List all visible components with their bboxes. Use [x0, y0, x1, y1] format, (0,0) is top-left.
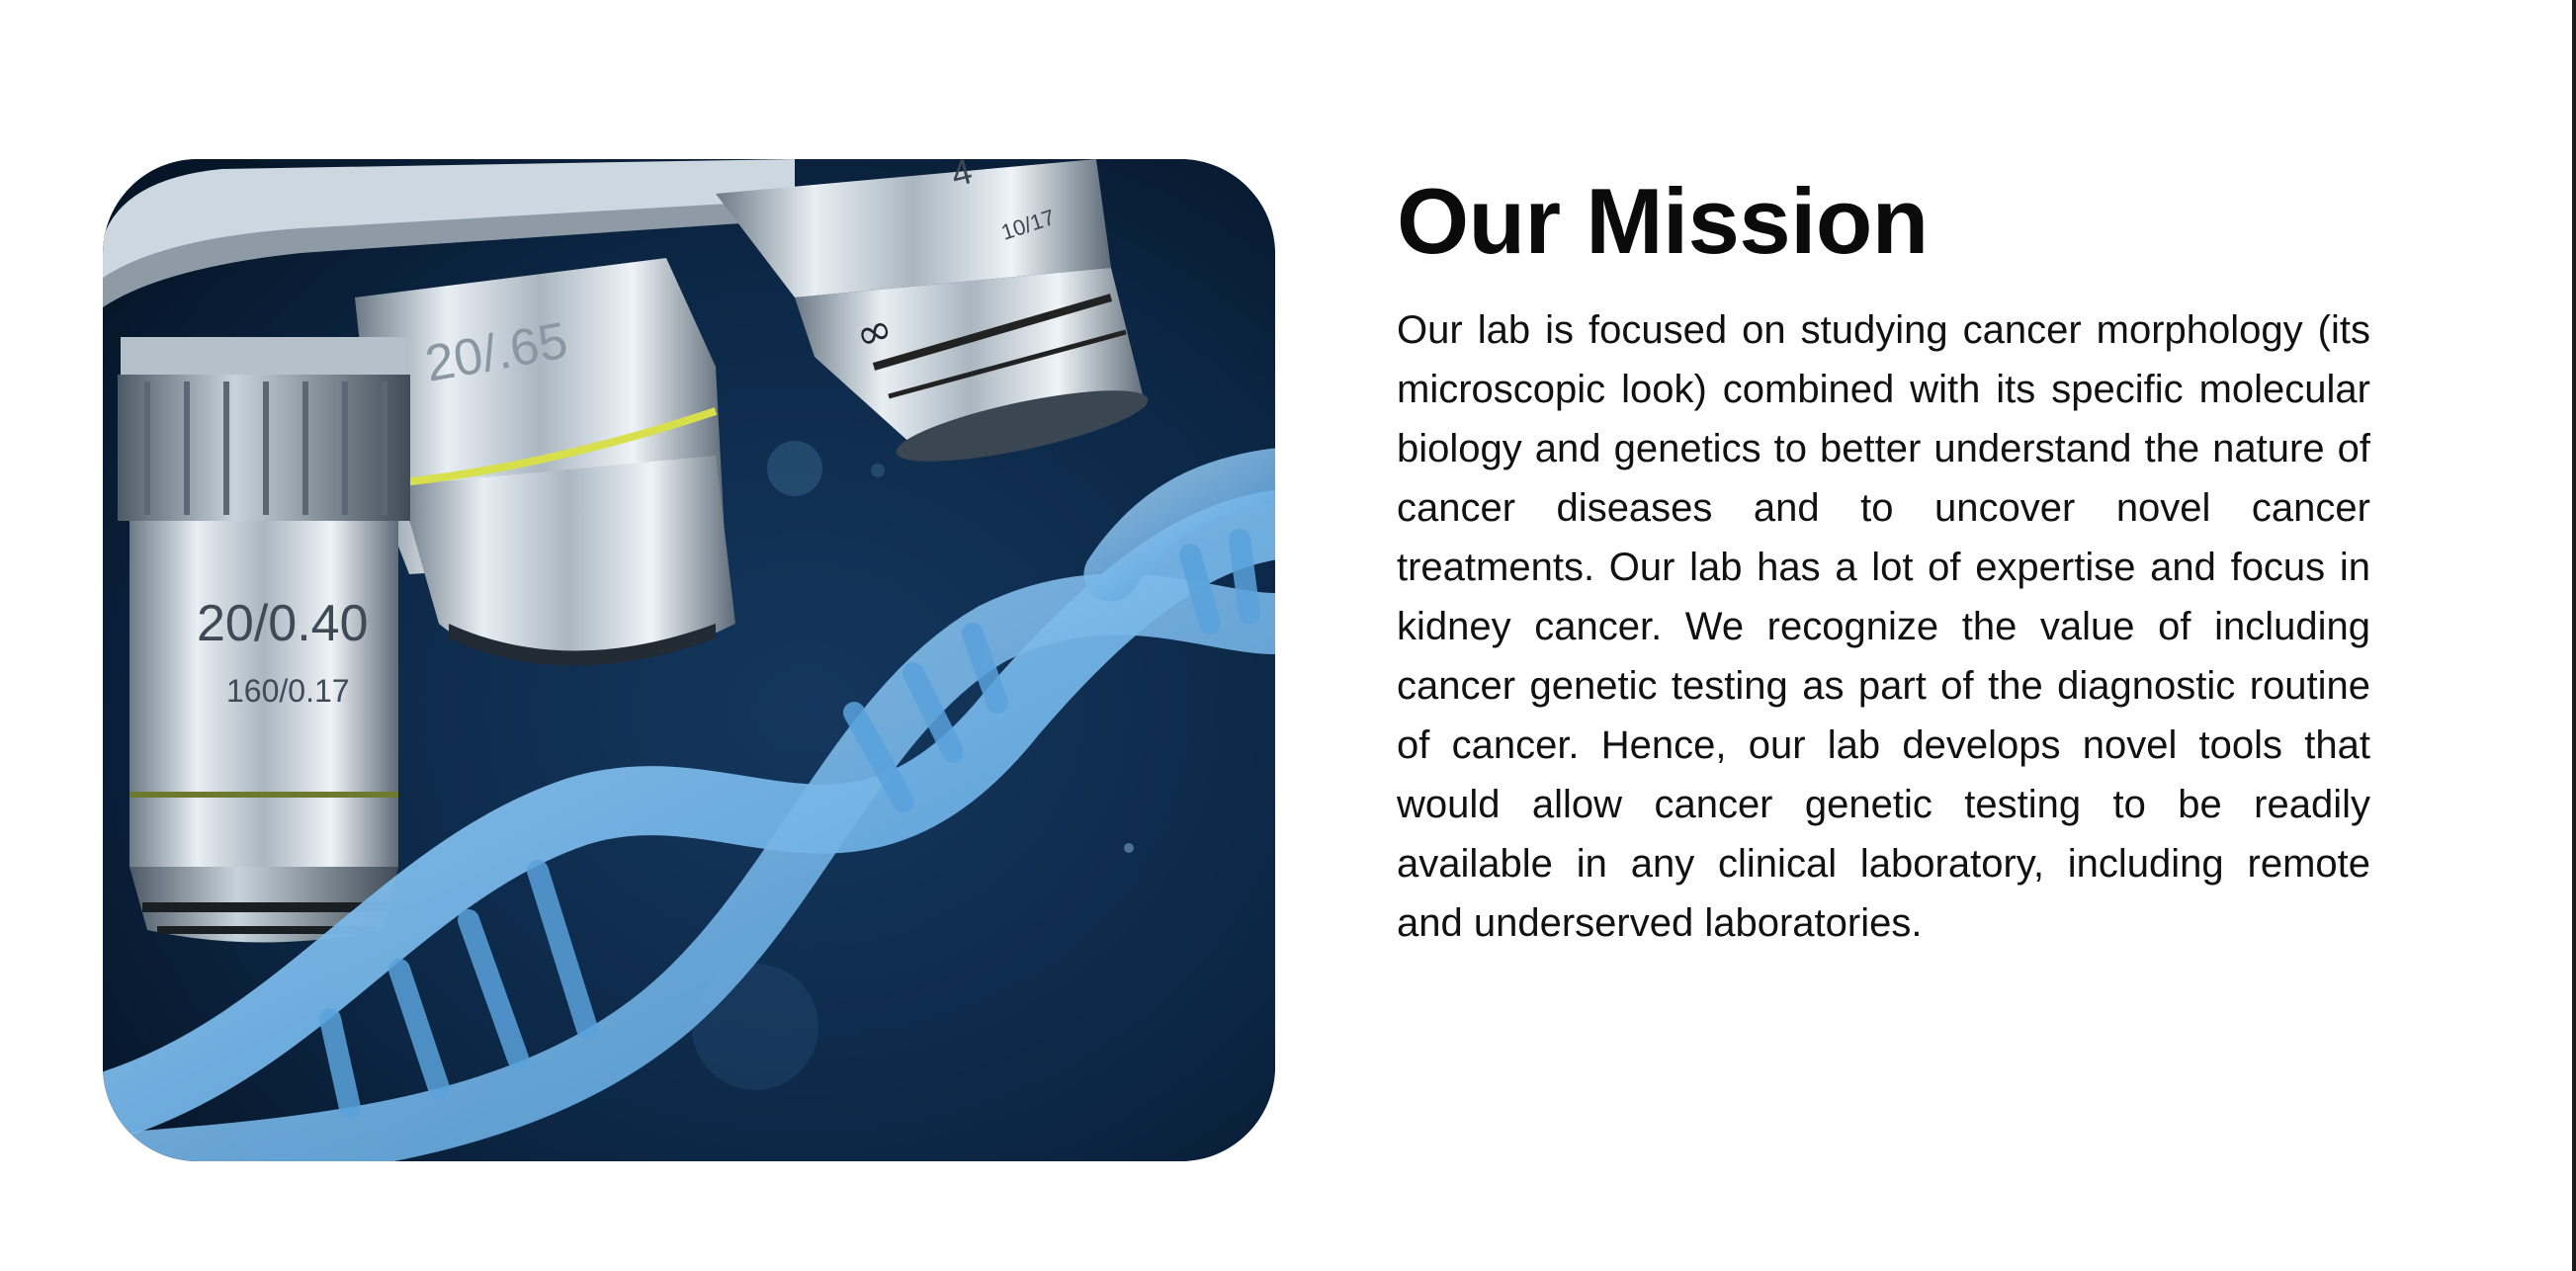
mission-paragraph: Our lab is focused on studying cancer mo… [1397, 308, 2370, 945]
window-edge [2572, 0, 2576, 1271]
objective-main: 20/0.40 160/0.17 [118, 337, 410, 943]
microscope-dna-image: 4 10/17 ∞ 20/.65 20/0.40 160/0.17 [103, 159, 1275, 1161]
mission-text-block: Our Mission Our lab is focused on studyi… [1397, 166, 2370, 953]
page-title: Our Mission [1397, 169, 1929, 273]
mission-section: 4 10/17 ∞ 20/.65 20/0.40 160/0.17 Our Mi… [0, 0, 2570, 1271]
objective-main-label: 20/0.40 [197, 595, 369, 652]
objective-main-sub: 160/0.17 [226, 673, 350, 709]
